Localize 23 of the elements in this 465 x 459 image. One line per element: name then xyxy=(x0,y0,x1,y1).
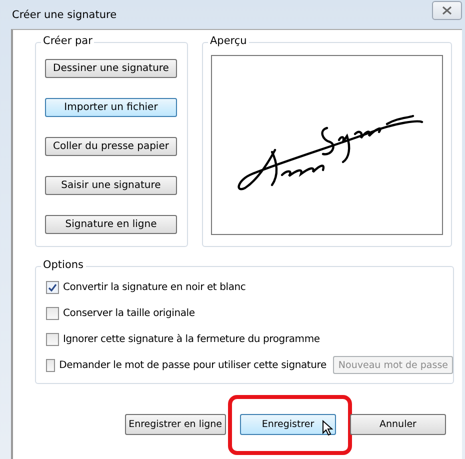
dialog-button[interactable]: Enregistrer xyxy=(240,414,336,435)
checkbox-label: Demander le mot de passe pour utiliser cette signature xyxy=(59,360,326,370)
source-button[interactable]: Signature en ligne xyxy=(45,215,177,234)
group-title: Créer par xyxy=(41,35,94,47)
dialog-button[interactable]: Enregistrer en ligne xyxy=(124,414,226,435)
window-title: Créer une signature xyxy=(12,8,117,20)
close-icon xyxy=(442,6,452,15)
source-button[interactable]: Saisir une signature xyxy=(45,176,177,195)
checkbox-label: Ignorer cette signature à la fermeture du programme xyxy=(63,334,320,344)
close-button[interactable] xyxy=(432,1,462,20)
group-title: Options xyxy=(41,259,86,271)
source-button[interactable]: Dessiner une signature xyxy=(45,59,177,78)
checkbox[interactable] xyxy=(46,358,56,372)
checkbox[interactable] xyxy=(46,280,59,294)
source-button[interactable]: Importer un fichier xyxy=(45,98,177,117)
checkbox[interactable] xyxy=(46,306,59,320)
dialog-button[interactable]: Annuler xyxy=(350,414,446,435)
checkbox[interactable] xyxy=(46,332,59,346)
checkbox-label: Conserver la taille originale xyxy=(63,308,195,318)
group-title: Aperçu xyxy=(208,35,249,47)
checkbox-label: Convertir la signature en noir et blanc xyxy=(63,282,246,292)
source-button[interactable]: Coller du presse papier xyxy=(45,137,177,156)
cursor-icon xyxy=(322,420,333,436)
